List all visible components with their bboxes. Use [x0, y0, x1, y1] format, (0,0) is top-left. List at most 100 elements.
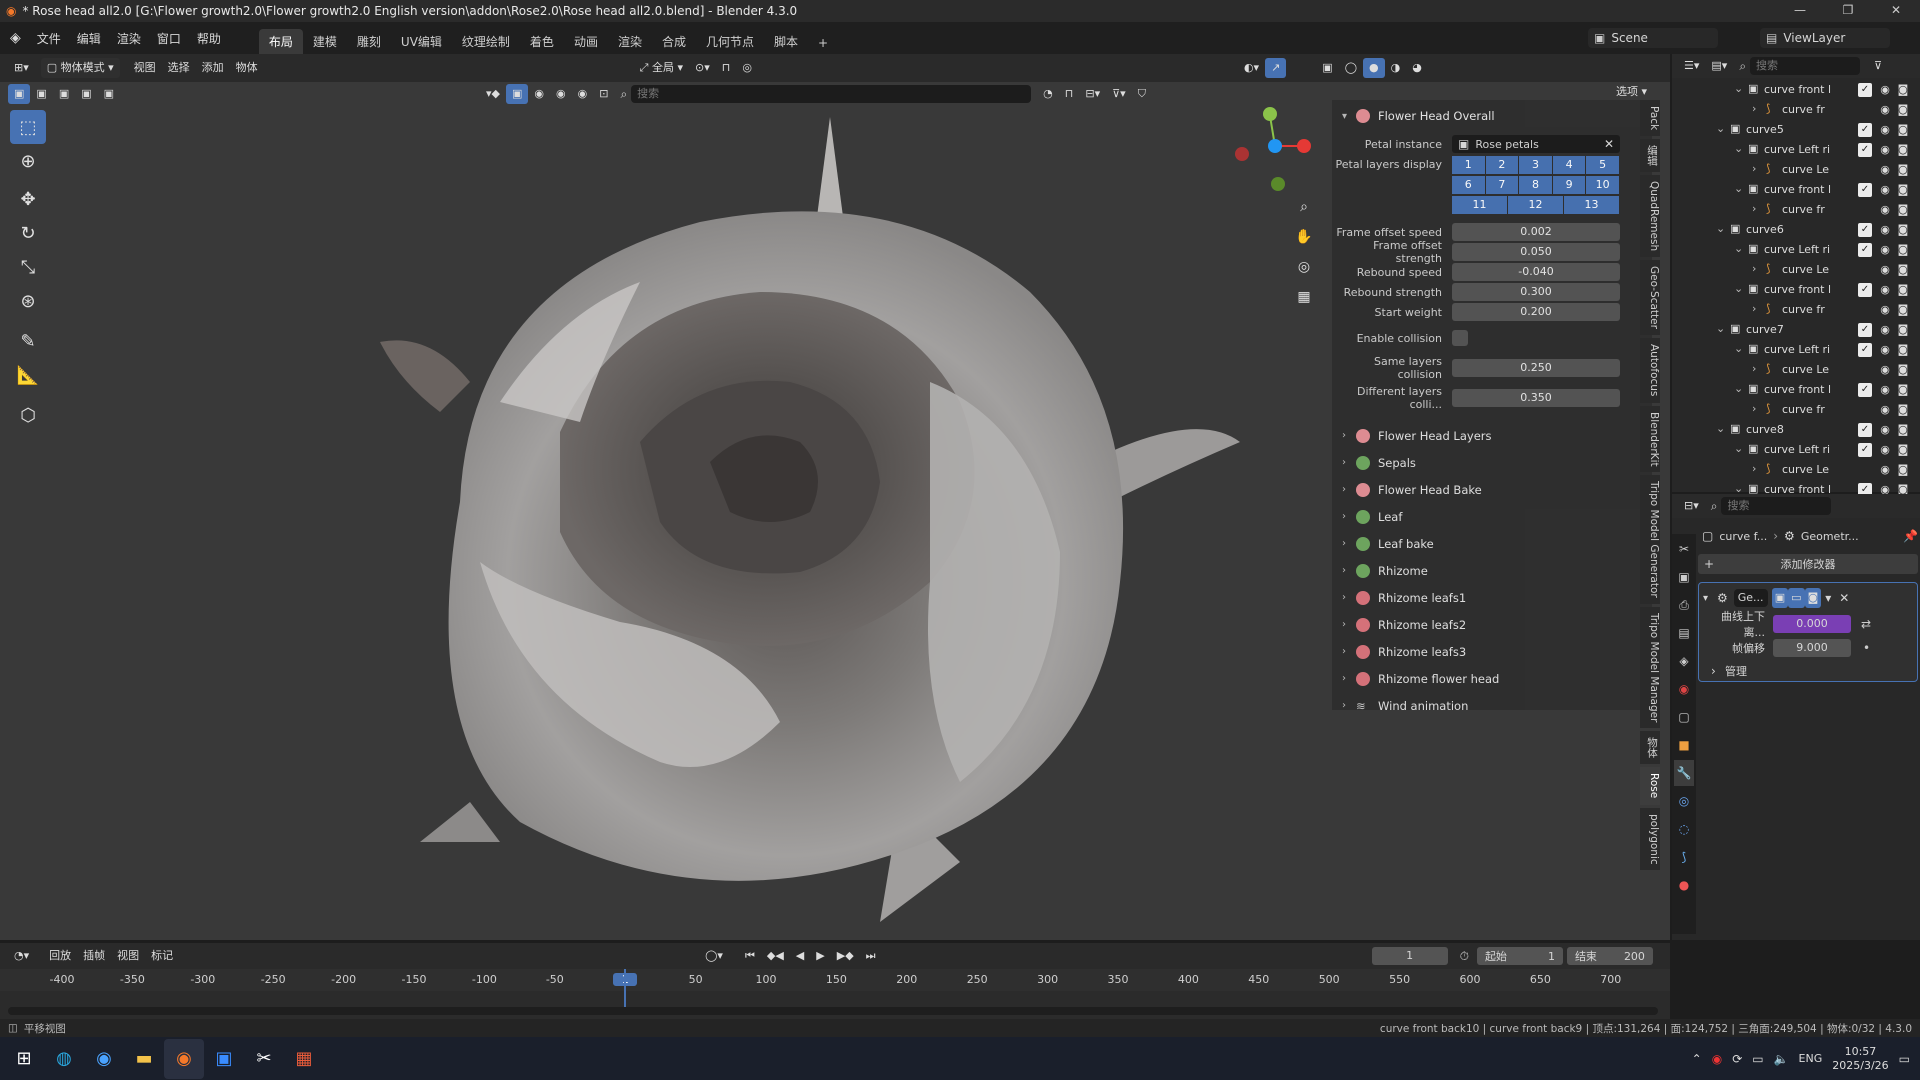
eye-icon[interactable]: ◉: [1878, 143, 1892, 157]
data-tab-icon[interactable]: ⟆: [1674, 844, 1694, 870]
chevron-right-icon[interactable]: ›: [1752, 302, 1756, 315]
outliner-editor-icon[interactable]: ☰▾: [1678, 56, 1705, 76]
pivot-icon[interactable]: ⊙▾: [689, 58, 716, 78]
exclude-checkbox-icon[interactable]: ✓: [1858, 83, 1872, 97]
physics-tab-icon[interactable]: ◌: [1674, 816, 1694, 842]
menu-add[interactable]: 添加: [196, 58, 230, 78]
subpanel-rhizome-flower-head[interactable]: › Rhizome flower head: [1332, 665, 1652, 692]
close-button[interactable]: ✕: [1876, 0, 1916, 22]
outliner-row[interactable]: ⌄ ▣ curve front l ✓ ◉ ◙: [1672, 80, 1920, 100]
layer-button-4[interactable]: 4: [1552, 156, 1587, 174]
modifier-remove-icon[interactable]: ✕: [1839, 591, 1849, 605]
outliner-row[interactable]: › ⟆ curve fr ◉ ◙: [1672, 300, 1920, 320]
eye-icon[interactable]: ◉: [1878, 203, 1892, 217]
tab-geometry-nodes[interactable]: 几何节点: [696, 29, 764, 54]
eye-icon[interactable]: ◉: [1878, 103, 1892, 117]
layer-button-13[interactable]: 13: [1564, 196, 1620, 214]
app-blue-icon[interactable]: ▣: [204, 1039, 244, 1079]
editor-type-icon[interactable]: ⊞▾: [8, 58, 35, 78]
exclude-checkbox-icon[interactable]: ✓: [1858, 283, 1872, 297]
render-camera-icon[interactable]: ◙: [1896, 343, 1910, 357]
eye-icon[interactable]: ◉: [1878, 363, 1892, 377]
chevron-right-icon[interactable]: ›: [1752, 462, 1756, 475]
volume-icon[interactable]: 🔈: [1774, 1052, 1789, 1066]
layer-button-10[interactable]: 10: [1586, 176, 1620, 194]
outliner-row[interactable]: › ⟆ curve fr ◉ ◙: [1672, 100, 1920, 120]
measure-icon[interactable]: 📐: [10, 358, 46, 392]
outliner-row[interactable]: ⌄ ▣ curve6 ✓ ◉ ◙: [1672, 220, 1920, 240]
subpanel-flower-head-layers[interactable]: › Flower Head Layers: [1332, 422, 1652, 449]
render-camera-icon[interactable]: ◙: [1896, 383, 1910, 397]
render-camera-icon[interactable]: ◙: [1896, 243, 1910, 257]
tab-animation[interactable]: 动画: [564, 29, 608, 54]
manage-subpanel[interactable]: › 管理: [1703, 661, 1913, 681]
menu-help[interactable]: 帮助: [189, 30, 229, 47]
pin-icon[interactable]: 📌: [1903, 529, 1918, 543]
select-box-icon[interactable]: ⬚: [10, 110, 46, 144]
pan-hand-icon[interactable]: ✋: [1286, 222, 1322, 252]
render-camera-icon[interactable]: ◙: [1896, 263, 1910, 277]
menu-timeline-view[interactable]: 视图: [111, 946, 145, 966]
view-layer-selector[interactable]: ▤ ViewLayer: [1760, 28, 1890, 48]
outliner-search-input[interactable]: 搜索: [1750, 57, 1861, 75]
render-camera-icon[interactable]: ◙: [1896, 403, 1910, 417]
enable-collision-checkbox[interactable]: [1452, 330, 1468, 346]
chevron-right-icon[interactable]: ›: [1752, 202, 1756, 215]
render-camera-icon[interactable]: ◙: [1896, 103, 1910, 117]
eye-icon[interactable]: ◉: [1878, 263, 1892, 277]
viewport-toggle-icon[interactable]: ▭: [1788, 588, 1805, 608]
render-camera-icon[interactable]: ◙: [1896, 423, 1910, 437]
navigation-gizmo[interactable]: [1230, 104, 1320, 204]
tab-autofocus[interactable]: Autofocus: [1640, 338, 1660, 403]
chevron-down-icon[interactable]: ▾: [1703, 593, 1717, 604]
material-tab-icon[interactable]: ●: [1674, 872, 1694, 898]
exclude-checkbox-icon[interactable]: ✓: [1858, 423, 1872, 437]
outliner-row[interactable]: › ⟆ curve fr ◉ ◙: [1672, 400, 1920, 420]
layer-button-1[interactable]: 1: [1452, 156, 1486, 174]
different-layers-field[interactable]: 0.350: [1452, 389, 1620, 407]
petal-instance-field[interactable]: ▣ Rose petals ✕: [1452, 135, 1620, 153]
tab-polygonic[interactable]: polygonic: [1640, 807, 1660, 871]
exclude-checkbox-icon[interactable]: ✓: [1858, 223, 1872, 237]
add-modifier-button[interactable]: + 添加修改器: [1698, 554, 1918, 574]
eye-icon[interactable]: ◉: [1878, 423, 1892, 437]
modifier-tab-icon[interactable]: 🔧: [1674, 760, 1694, 786]
scale-icon[interactable]: ⤡: [10, 250, 46, 284]
view-layer-tab-icon[interactable]: ▤: [1674, 620, 1694, 646]
zoom-icon[interactable]: ⌕: [1286, 192, 1322, 222]
tab-sculpting[interactable]: 雕刻: [347, 29, 391, 54]
jump-end-icon[interactable]: ⏭: [860, 946, 882, 966]
tab-rendering[interactable]: 渲染: [608, 29, 652, 54]
chevron-down-icon[interactable]: ⌄: [1734, 282, 1743, 295]
capcut-icon[interactable]: ✂: [244, 1039, 284, 1079]
eye-icon[interactable]: ◉: [1878, 443, 1892, 457]
tab-scripting[interactable]: 脚本: [764, 29, 808, 54]
transform-orientation[interactable]: ⤢ 全局 ▾: [634, 58, 689, 78]
annotate-icon[interactable]: ✎: [10, 324, 46, 358]
outliner-row[interactable]: › ⟆ curve Le ◉ ◙: [1672, 460, 1920, 480]
language-indicator[interactable]: ENG: [1799, 1052, 1823, 1065]
render-camera-icon[interactable]: ◙: [1896, 163, 1910, 177]
layer-button-6[interactable]: 6: [1452, 176, 1486, 194]
tab-tripo-generator[interactable]: Tripo Model Generator: [1640, 475, 1660, 604]
mode-selector[interactable]: ▢ 物体模式 ▾: [40, 58, 120, 78]
jump-start-icon[interactable]: ⏮: [739, 946, 761, 966]
frame-offset-strength-field[interactable]: 0.050: [1452, 243, 1620, 261]
exclude-checkbox-icon[interactable]: ✓: [1858, 383, 1872, 397]
prev-keyframe-icon[interactable]: ◆◀: [761, 946, 790, 966]
messenger-icon[interactable]: ◉: [84, 1039, 124, 1079]
gizmo-icon[interactable]: ↗: [1265, 58, 1287, 78]
blender-menu-icon[interactable]: ◈: [0, 30, 29, 46]
modifier-field1-value[interactable]: 0.000: [1773, 615, 1851, 633]
exclude-checkbox-icon[interactable]: ✓: [1858, 123, 1872, 137]
tab-blenderkit[interactable]: BlenderKit: [1640, 405, 1660, 473]
tab-edit[interactable]: 编辑: [1640, 139, 1660, 173]
chevron-down-icon[interactable]: ⌄: [1734, 242, 1743, 255]
render-camera-icon[interactable]: ◙: [1896, 323, 1910, 337]
chevron-down-icon[interactable]: ⌄: [1734, 342, 1743, 355]
outliner-row[interactable]: ⌄ ▣ curve5 ✓ ◉ ◙: [1672, 120, 1920, 140]
render-camera-icon[interactable]: ◙: [1896, 123, 1910, 137]
subpanel-flower-head-bake[interactable]: › Flower Head Bake: [1332, 476, 1652, 503]
outliner-row[interactable]: › ⟆ curve Le ◉ ◙: [1672, 360, 1920, 380]
layer-button-2[interactable]: 2: [1485, 156, 1520, 174]
